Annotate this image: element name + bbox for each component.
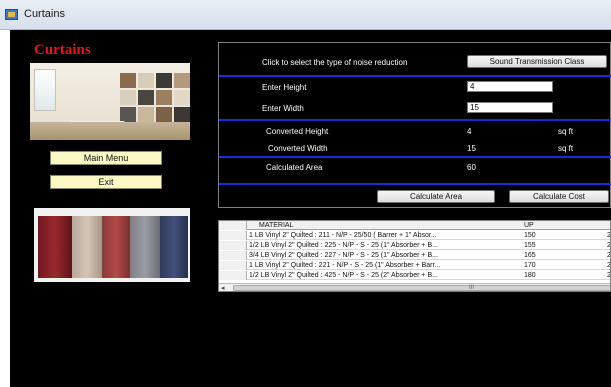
converted-height-value: 4 xyxy=(467,127,472,136)
form-client-area: Curtains Main Menu Exit Click to select … xyxy=(10,30,611,387)
sound-transmission-class-button[interactable]: Sound Transmission Class xyxy=(467,55,607,68)
wall-panel xyxy=(156,90,172,105)
column-header-up[interactable]: UP xyxy=(524,221,574,230)
separator-line xyxy=(219,183,611,185)
scroll-left-icon[interactable]: ◂ xyxy=(221,284,225,291)
row-header[interactable] xyxy=(219,271,247,280)
up-cell[interactable]: 170 xyxy=(524,261,564,270)
exit-button[interactable]: Exit xyxy=(50,175,162,189)
wall-panel xyxy=(138,107,154,122)
table-row[interactable]: 1/2 LB Vinyl 2" Quilted : 225 - N/P - S … xyxy=(219,241,610,250)
row-header-corner xyxy=(219,221,247,230)
fabric-swatch xyxy=(72,216,102,278)
title-bar: Curtains xyxy=(0,0,611,30)
calculate-area-button[interactable]: Calculate Area xyxy=(377,190,495,203)
table-row[interactable]: 1/2 LB Vinyl 2" Quilted : 425 - N/P - S … xyxy=(219,271,610,280)
extra-cell[interactable]: 2 xyxy=(607,251,610,260)
extra-cell[interactable]: 2 xyxy=(607,231,610,240)
scrollbar-thumb[interactable]: III xyxy=(233,285,610,291)
material-cell[interactable]: 3/4 LB Vinyl 2" Quilted : 227 - N/P - S … xyxy=(249,251,514,260)
row-header[interactable] xyxy=(219,261,247,270)
room-floor xyxy=(30,122,190,140)
fabric-swatch xyxy=(38,216,72,278)
row-header[interactable] xyxy=(219,241,247,250)
converted-width-value: 15 xyxy=(467,144,476,153)
material-cell[interactable]: 1/2 LB Vinyl 2" Quilted : 225 - N/P - S … xyxy=(249,241,514,250)
extra-cell[interactable]: 2 xyxy=(607,261,610,270)
app-form-icon xyxy=(5,9,18,20)
grid-header-row: MATERIAL UP xyxy=(219,221,610,230)
scroll-grip-icon: III xyxy=(469,285,475,291)
app-heading: Curtains xyxy=(34,42,91,58)
calculate-cost-button[interactable]: Calculate Cost xyxy=(509,190,609,203)
wall-panel xyxy=(174,107,190,122)
wall-panel xyxy=(120,90,136,105)
height-label: Enter Height xyxy=(262,83,307,92)
material-cell[interactable]: 1 LB Vinyl 2" Quilted : 221 - N/P - S - … xyxy=(249,261,514,270)
column-header-material[interactable]: MATERIAL xyxy=(259,221,509,230)
materials-grid[interactable]: MATERIAL UP 1 LB Vinyl 2" Quilted : 211 … xyxy=(218,220,611,292)
wall-panel xyxy=(138,90,154,105)
wall-panel xyxy=(174,73,190,88)
converted-width-label: Converted Width xyxy=(268,144,328,153)
width-label: Enter Width xyxy=(262,104,304,113)
fabric-swatch xyxy=(102,216,130,278)
material-cell[interactable]: 1/2 LB Vinyl 2" Quilted : 425 - N/P - S … xyxy=(249,271,514,280)
width-input[interactable]: 15 xyxy=(467,102,553,113)
calculated-area-value: 60 xyxy=(467,163,476,172)
wall-panel xyxy=(174,90,190,105)
separator-line xyxy=(219,75,611,77)
extra-cell[interactable]: 2 xyxy=(607,271,610,280)
horizontal-scrollbar[interactable]: ◂ III xyxy=(219,283,610,291)
window-title: Curtains xyxy=(24,8,65,20)
material-cell[interactable]: 1 LB Vinyl 2" Quilted : 211 - N/P - 25/5… xyxy=(249,231,514,240)
room-window xyxy=(34,69,56,111)
row-header[interactable] xyxy=(219,231,247,240)
room-photo xyxy=(30,63,190,140)
noise-reduction-prompt: Click to select the type of noise reduct… xyxy=(262,58,408,67)
separator-line xyxy=(219,156,611,158)
wall-panel xyxy=(138,73,154,88)
converted-width-unit: sq ft xyxy=(558,144,574,153)
table-row[interactable]: 1 LB Vinyl 2" Quilted : 211 - N/P - 25/5… xyxy=(219,231,610,240)
input-panel: Click to select the type of noise reduct… xyxy=(218,42,611,208)
table-row[interactable]: 3/4 LB Vinyl 2" Quilted : 227 - N/P - S … xyxy=(219,251,610,260)
up-cell[interactable]: 150 xyxy=(524,231,564,240)
up-cell[interactable]: 165 xyxy=(524,251,564,260)
wall-panel xyxy=(120,73,136,88)
fabric-swatch xyxy=(160,216,188,278)
table-row[interactable]: 1 LB Vinyl 2" Quilted : 221 - N/P - S - … xyxy=(219,261,610,270)
converted-height-label: Converted Height xyxy=(266,127,329,136)
main-menu-button[interactable]: Main Menu xyxy=(50,151,162,165)
height-input[interactable]: 4 xyxy=(467,81,553,92)
up-cell[interactable]: 155 xyxy=(524,241,564,250)
extra-cell[interactable]: 2 xyxy=(607,241,610,250)
calculated-area-label: Calculated Area xyxy=(266,163,323,172)
converted-height-unit: sq ft xyxy=(558,127,574,136)
row-header[interactable] xyxy=(219,251,247,260)
fabric-swatch xyxy=(130,216,160,278)
fabric-samples-photo xyxy=(34,208,190,282)
wall-panel xyxy=(156,107,172,122)
separator-line xyxy=(219,119,611,121)
wall-panel xyxy=(156,73,172,88)
wall-panel xyxy=(120,107,136,122)
up-cell[interactable]: 180 xyxy=(524,271,564,280)
